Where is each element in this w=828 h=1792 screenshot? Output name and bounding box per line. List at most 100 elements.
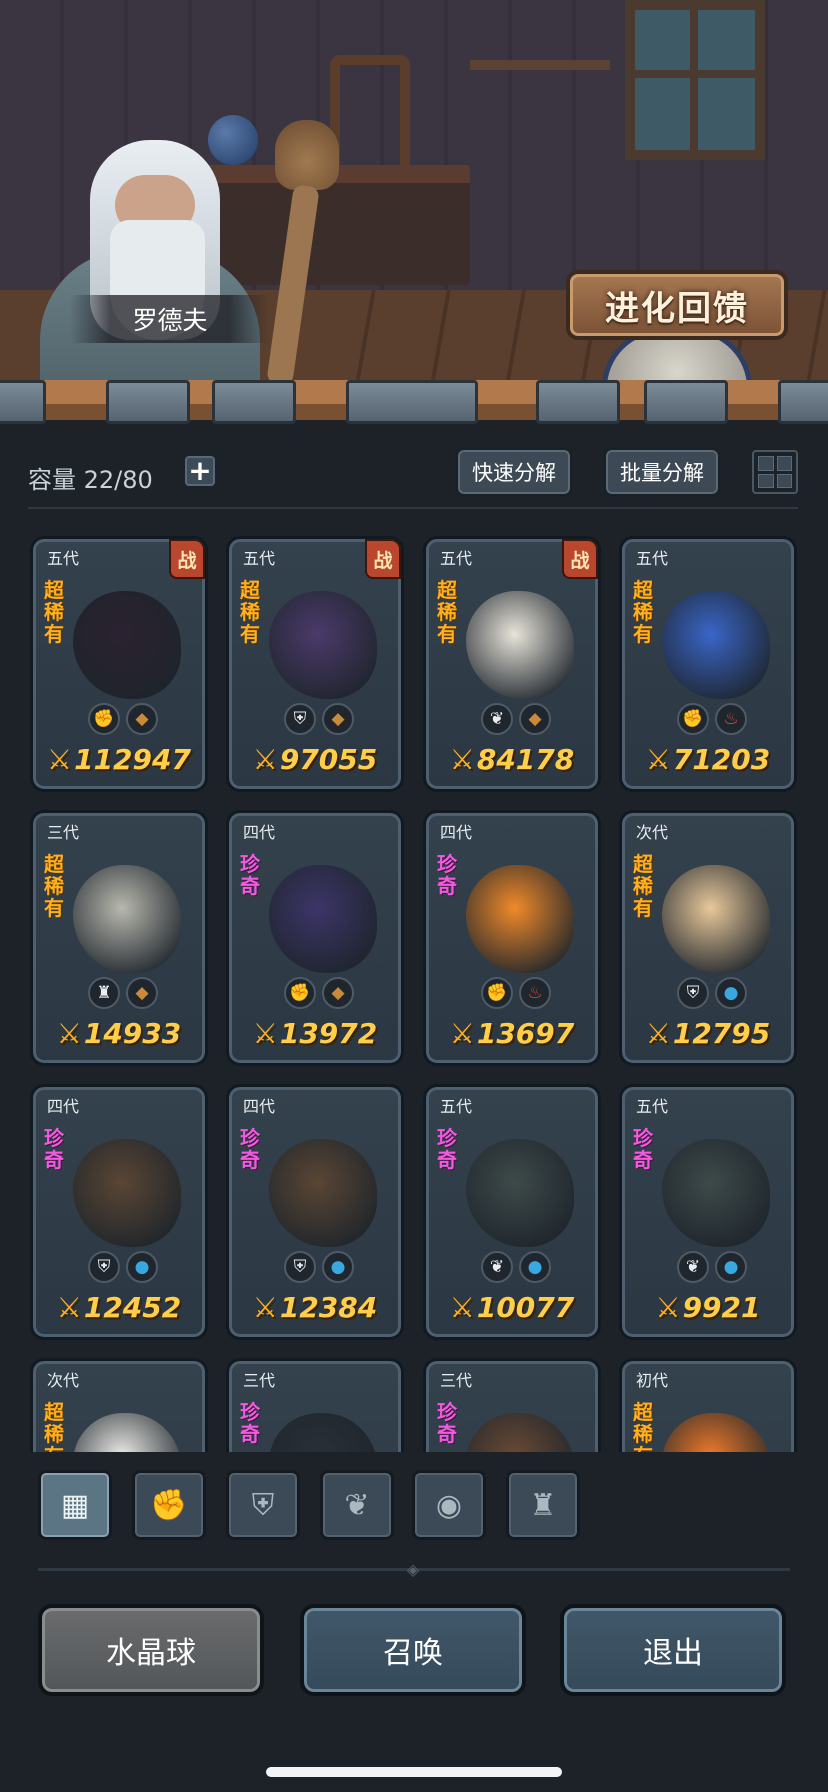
- spirit-filter-icon: ◉: [435, 1487, 463, 1523]
- monster-card[interactable]: 次代超稀有: [30, 1358, 208, 1452]
- creature-portrait: [269, 591, 377, 699]
- power-number: 97055: [279, 743, 378, 776]
- fist-filter-icon: ✊: [150, 1487, 188, 1523]
- monster-card[interactable]: 五代 超稀有 ✊ ♨ ⚔71203: [619, 536, 797, 792]
- power-value: ⚔84178: [426, 743, 598, 776]
- fist-icon: ✊: [481, 977, 513, 1009]
- quick-decompose-button[interactable]: 快速分解: [456, 448, 572, 496]
- monster-card[interactable]: 五代 珍奇 ❦ ● ⚔10077: [423, 1084, 601, 1340]
- monster-card[interactable]: 五代战超稀有 ❦ ◆ ⚔84178: [423, 536, 601, 792]
- evolution-reward-button[interactable]: 进化回馈: [566, 270, 788, 340]
- summon-button[interactable]: 召唤: [300, 1604, 526, 1696]
- sword-icon: ⚔: [645, 1017, 671, 1050]
- card-icon-row: ⛨ ●: [672, 977, 752, 1011]
- card-generation: 四代: [47, 1097, 80, 1116]
- power-value: ⚔97055: [229, 743, 401, 776]
- rarity-label: 超稀有: [437, 578, 457, 646]
- filter-tab-fist[interactable]: ✊: [132, 1470, 206, 1540]
- home-indicator[interactable]: [266, 1767, 562, 1777]
- monster-card[interactable]: 三代 珍奇: [423, 1358, 601, 1452]
- shield-filter-icon: ⛨: [251, 1487, 275, 1523]
- batch-decompose-button[interactable]: 批量分解: [604, 448, 720, 496]
- tower-icon: ♜: [88, 977, 120, 1009]
- card-generation: 三代: [243, 1371, 276, 1390]
- npc-wizard[interactable]: [30, 140, 260, 420]
- monster-card[interactable]: 三代 超稀有 ♜ ◆ ⚔14933: [30, 810, 208, 1066]
- creature-portrait: [269, 1139, 377, 1247]
- rarity-label: 珍奇: [44, 1126, 64, 1172]
- water-element-icon: ●: [519, 1251, 551, 1283]
- expand-capacity-button[interactable]: +: [185, 456, 215, 486]
- exit-button[interactable]: 退出: [560, 1604, 786, 1696]
- monster-card[interactable]: 四代珍奇 ⛨ ● ⚔12452: [30, 1084, 208, 1340]
- card-generation: 三代: [47, 823, 80, 842]
- card-generation: 次代: [636, 823, 669, 842]
- monster-card-grid[interactable]: 五代战超稀有 ✊ ◆ ⚔112947 五代战超稀有 ⛨ ◆ ⚔97055 五代战超稀有 ❦ ◆ ⚔84…: [0, 530, 828, 1452]
- sword-icon: ⚔: [449, 743, 475, 776]
- monster-card[interactable]: 五代 战超稀有 ✊ ◆ ⚔112947: [30, 536, 208, 792]
- creature-portrait: [73, 591, 181, 699]
- card-icon-row: ⛨ ●: [83, 1251, 163, 1285]
- creature-portrait: [73, 865, 181, 973]
- monster-card[interactable]: 五代 珍奇 ❦ ● ⚔9921: [619, 1084, 797, 1340]
- filter-tab-all[interactable]: ▦: [38, 1470, 112, 1540]
- scene-window: [625, 0, 765, 160]
- power-number: 12452: [83, 1291, 182, 1324]
- shield-icon: ⛨: [284, 1251, 316, 1283]
- monster-card[interactable]: 次代超稀有 ⛨ ● ⚔12795: [619, 810, 797, 1066]
- earth-element-icon: ◆: [126, 977, 158, 1009]
- power-number: 12795: [672, 1017, 771, 1050]
- monster-card[interactable]: 初代超稀有: [619, 1358, 797, 1452]
- power-number: 13697: [476, 1017, 575, 1050]
- creature-portrait: [466, 591, 574, 699]
- monster-card[interactable]: 四代 珍奇 ✊ ♨ ⚔13697: [423, 810, 601, 1066]
- monster-card[interactable]: 三代 珍奇: [226, 1358, 404, 1452]
- tower-filter-icon: ♜: [529, 1487, 557, 1523]
- evolution-reward-label: 进化回馈: [605, 288, 749, 329]
- crystal-ball-button[interactable]: 水晶球: [38, 1604, 264, 1696]
- scene-shelf: [470, 60, 610, 70]
- filter-tab-spirit[interactable]: ◉: [412, 1470, 486, 1540]
- sprout-icon: ❦: [677, 1251, 709, 1283]
- power-number: 12384: [279, 1291, 378, 1324]
- power-number: 14933: [83, 1017, 182, 1050]
- filter-tab-bar: ▦ ✊ ⛨ ❦ ◉ ♜: [0, 1452, 828, 1548]
- rarity-label: 超稀有: [44, 852, 64, 920]
- grid-view-icon[interactable]: [752, 450, 798, 494]
- power-number: 9921: [682, 1291, 761, 1324]
- sword-icon: ⚔: [252, 1291, 278, 1324]
- monster-card[interactable]: 四代 珍奇 ✊ ◆ ⚔13972: [226, 810, 404, 1066]
- filter-tab-tower[interactable]: ♜: [506, 1470, 580, 1540]
- sword-icon: ⚔: [449, 1291, 475, 1324]
- monster-card[interactable]: 五代战超稀有 ⛨ ◆ ⚔97055: [226, 536, 404, 792]
- power-number: 71203: [672, 743, 771, 776]
- filter-tab-sprout[interactable]: ❦: [320, 1470, 394, 1540]
- monster-card[interactable]: 四代 珍奇 ⛨ ● ⚔12384: [226, 1084, 404, 1340]
- earth-element-icon: ◆: [519, 703, 551, 735]
- plus-icon: +: [188, 454, 212, 487]
- card-generation: 次代: [47, 1371, 80, 1390]
- creature-portrait: [466, 1413, 574, 1452]
- filter-tab-shield[interactable]: ⛨: [226, 1470, 300, 1540]
- card-icon-row: ✊ ♨: [672, 703, 752, 737]
- card-generation: 五代: [636, 1097, 669, 1116]
- sprout-icon: ❦: [481, 1251, 513, 1283]
- power-value: ⚔12384: [229, 1291, 401, 1324]
- card-icon-row: ⛨ ●: [279, 1251, 359, 1285]
- shield-icon: ⛨: [677, 977, 709, 1009]
- card-icon-row: ♜ ◆: [83, 977, 163, 1011]
- power-value: ⚔12452: [33, 1291, 205, 1324]
- rarity-label: 超稀有: [633, 852, 653, 920]
- divider-ornament-icon: ◈: [406, 1560, 420, 1579]
- owl-icon: [275, 120, 339, 190]
- earth-element-icon: ◆: [126, 703, 158, 735]
- sword-icon: ⚔: [252, 1017, 278, 1050]
- sword-icon: ⚔: [46, 743, 73, 776]
- npc-name-plate: 罗德夫: [70, 295, 270, 343]
- card-generation: 四代: [243, 823, 276, 842]
- earth-element-icon: ◆: [322, 703, 354, 735]
- fist-icon: ✊: [88, 703, 120, 735]
- card-icon-row: ❦ ●: [476, 1251, 556, 1285]
- battle-badge: 战: [169, 539, 205, 579]
- water-element-icon: ●: [715, 1251, 747, 1283]
